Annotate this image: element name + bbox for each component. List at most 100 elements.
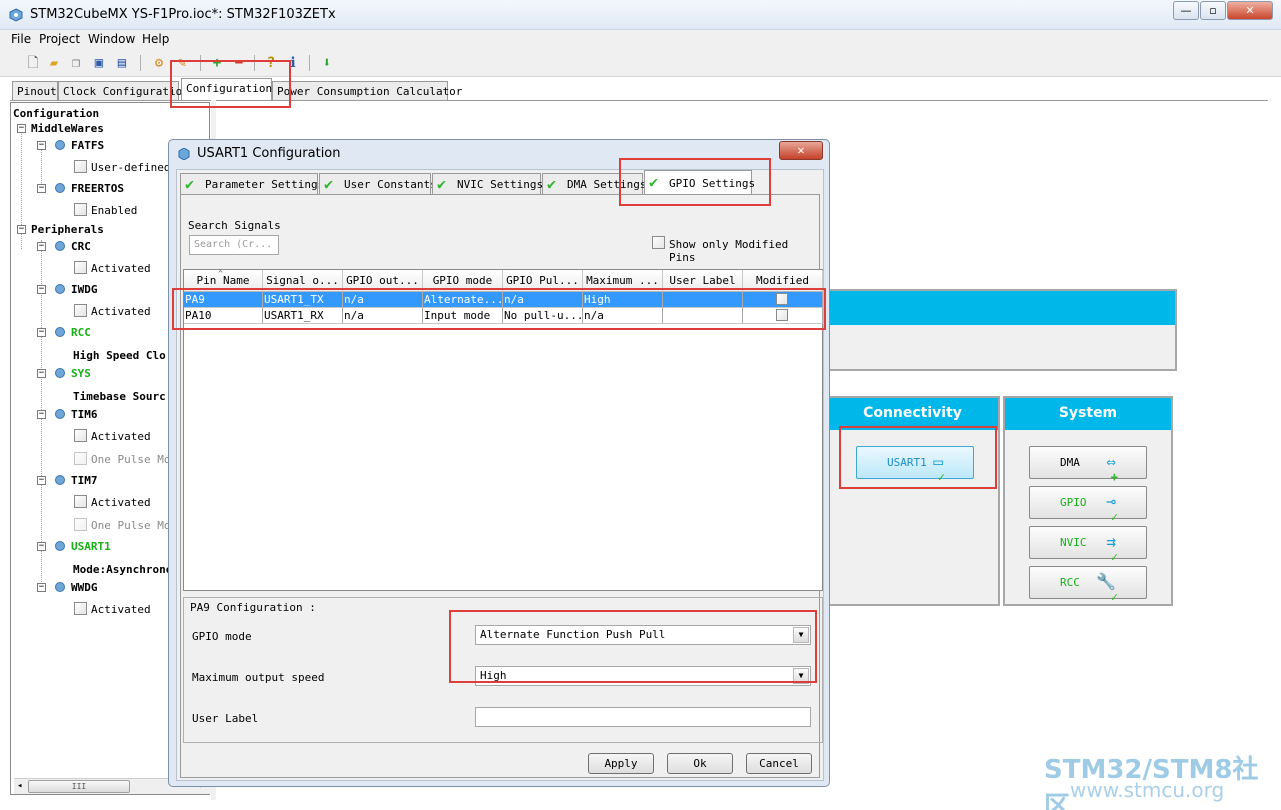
- tree-iwdg-option: Activated: [91, 305, 151, 318]
- tab-user-constants[interactable]: ✔ User Constants: [319, 173, 437, 194]
- collapse-icon[interactable]: −: [17, 124, 26, 133]
- tree-rcc-option: High Speed Clo: [73, 349, 166, 362]
- gear-icon: [55, 241, 65, 251]
- tim7-one-pulse-checkbox: [74, 518, 87, 531]
- tree-middlewares[interactable]: MiddleWares: [31, 122, 104, 135]
- tree-tim7[interactable]: TIM7: [71, 474, 98, 487]
- gear-icon: [55, 475, 65, 485]
- dma-button[interactable]: DMA ⇔ +: [1029, 446, 1147, 484]
- collapse-icon[interactable]: −: [37, 328, 46, 337]
- gear-icon: [55, 582, 65, 592]
- gear-icon: [55, 409, 65, 419]
- apply-button[interactable]: Apply: [588, 753, 654, 774]
- tab-pinout[interactable]: Pinout: [12, 81, 58, 101]
- tree-iwdg[interactable]: IWDG: [71, 283, 98, 296]
- gear-icon: [55, 541, 65, 551]
- cancel-button[interactable]: Cancel: [746, 753, 812, 774]
- tree-fatfs[interactable]: FATFS: [71, 139, 104, 152]
- open-folder-icon[interactable]: ▰: [45, 54, 63, 72]
- scroll-left-icon[interactable]: ◂: [17, 781, 22, 791]
- iwdg-activated-checkbox[interactable]: [74, 304, 87, 317]
- title-bar: STM32CubeMX YS-F1Pro.ioc*: STM32F103ZETx…: [0, 0, 1281, 30]
- tree-tim6-option: Activated: [91, 430, 151, 443]
- watermark-url: www.stmcu.org: [1070, 778, 1225, 802]
- collapse-icon[interactable]: −: [37, 369, 46, 378]
- menu-bar: File Project Window Help: [0, 30, 1281, 50]
- system-panel: System DMA ⇔ + GPIO ⊸ ✓ NVIC ⇉ ✓ RCC 🔧 ✓: [1003, 396, 1173, 606]
- collapse-icon[interactable]: −: [37, 542, 46, 551]
- tree-sys[interactable]: SYS: [71, 367, 91, 380]
- ok-button[interactable]: Ok: [667, 753, 733, 774]
- tree-usart1[interactable]: USART1: [71, 540, 111, 553]
- tab-nvic-settings[interactable]: ✔ NVIC Settings: [432, 173, 543, 194]
- search-signals-label: Search Signals: [188, 219, 281, 232]
- save-as-icon[interactable]: ▤: [113, 54, 131, 72]
- tab-power-consumption-calculator[interactable]: Power Consumption Calculator: [272, 81, 462, 101]
- tim6-activated-checkbox[interactable]: [74, 429, 87, 442]
- tree-tim6[interactable]: TIM6: [71, 408, 98, 421]
- collapse-icon[interactable]: −: [37, 141, 46, 150]
- gpio-button-label: GPIO: [1060, 496, 1087, 509]
- menu-window[interactable]: Window: [88, 32, 135, 46]
- gear-icon: [55, 183, 65, 193]
- tab-parameter-settings[interactable]: ✔ Parameter Settings: [180, 173, 324, 194]
- check-icon: ✓: [1110, 590, 1118, 604]
- generate-icon[interactable]: ⚙: [150, 54, 168, 72]
- show-modified-label: Show only Modified Pins: [669, 238, 789, 264]
- gpio-button[interactable]: GPIO ⊸ ✓: [1029, 486, 1147, 524]
- menu-help[interactable]: Help: [142, 32, 169, 46]
- dialog-icon: [178, 148, 190, 160]
- collapse-icon[interactable]: −: [37, 476, 46, 485]
- collapse-icon[interactable]: −: [37, 184, 46, 193]
- show-modified-checkbox[interactable]: [652, 236, 665, 249]
- tree-wwdg[interactable]: WWDG: [71, 581, 98, 594]
- tree-rcc[interactable]: RCC: [71, 326, 91, 339]
- crc-activated-checkbox[interactable]: [74, 261, 87, 274]
- maximize-button[interactable]: ▫: [1200, 1, 1226, 20]
- gpio-settings-content: Search Signals Search (Cr... Show only M…: [180, 194, 823, 778]
- check-icon: ✔: [437, 175, 447, 193]
- search-signals-input[interactable]: Search (Cr...: [189, 235, 279, 255]
- tab-clock-configuration[interactable]: Clock Configuration: [58, 81, 189, 101]
- tree-tim7-option: One Pulse Mod: [91, 519, 178, 532]
- user-label-input[interactable]: [475, 707, 811, 727]
- highlight-configuration-tab: [170, 60, 291, 108]
- tree-fatfs-option: User-defined: [91, 161, 171, 174]
- tree-root-configuration: Configuration: [13, 107, 100, 120]
- copy-icon[interactable]: ❐: [67, 54, 85, 72]
- collapse-icon[interactable]: −: [37, 285, 46, 294]
- wwdg-activated-checkbox[interactable]: [74, 602, 87, 615]
- app-icon: [9, 8, 23, 22]
- tree-freertos[interactable]: FREERTOS: [71, 182, 124, 195]
- scroll-thumb[interactable]: III: [28, 780, 130, 793]
- collapse-icon[interactable]: −: [17, 225, 26, 234]
- rcc-button[interactable]: RCC 🔧 ✓: [1029, 566, 1147, 604]
- collapse-icon[interactable]: −: [37, 410, 46, 419]
- new-file-icon[interactable]: 🗋: [24, 54, 42, 72]
- fatfs-user-defined-checkbox[interactable]: [74, 160, 87, 173]
- collapse-icon[interactable]: −: [37, 583, 46, 592]
- tim7-activated-checkbox[interactable]: [74, 495, 87, 508]
- highlight-gpio-settings-tab: [619, 158, 771, 206]
- collapse-icon[interactable]: −: [37, 242, 46, 251]
- dialog-close-button[interactable]: ✕: [779, 141, 823, 160]
- freertos-enabled-checkbox[interactable]: [74, 203, 87, 216]
- tree-crc[interactable]: CRC: [71, 240, 91, 253]
- highlight-usart1-button: [839, 426, 997, 489]
- nvic-button[interactable]: NVIC ⇉ ✓: [1029, 526, 1147, 564]
- dialog-title: USART1 Configuration: [197, 146, 341, 161]
- tree-usart1-option: Mode:Asynchrono: [73, 563, 173, 576]
- tree-peripherals[interactable]: Peripherals: [31, 223, 104, 236]
- download-icon[interactable]: ⬇: [318, 54, 336, 72]
- window-title: STM32CubeMX YS-F1Pro.ioc*: STM32F103ZETx: [30, 7, 336, 22]
- tree-crc-option: Activated: [91, 262, 151, 275]
- background-panel: [820, 289, 1177, 371]
- gear-icon: [55, 368, 65, 378]
- menu-file[interactable]: File: [11, 32, 31, 46]
- save-icon[interactable]: ▣: [90, 54, 108, 72]
- menu-project[interactable]: Project: [39, 32, 80, 46]
- minimize-button[interactable]: —: [1173, 1, 1199, 20]
- close-window-button[interactable]: ✕: [1227, 1, 1273, 20]
- gear-icon: [55, 284, 65, 294]
- tim6-one-pulse-checkbox: [74, 452, 87, 465]
